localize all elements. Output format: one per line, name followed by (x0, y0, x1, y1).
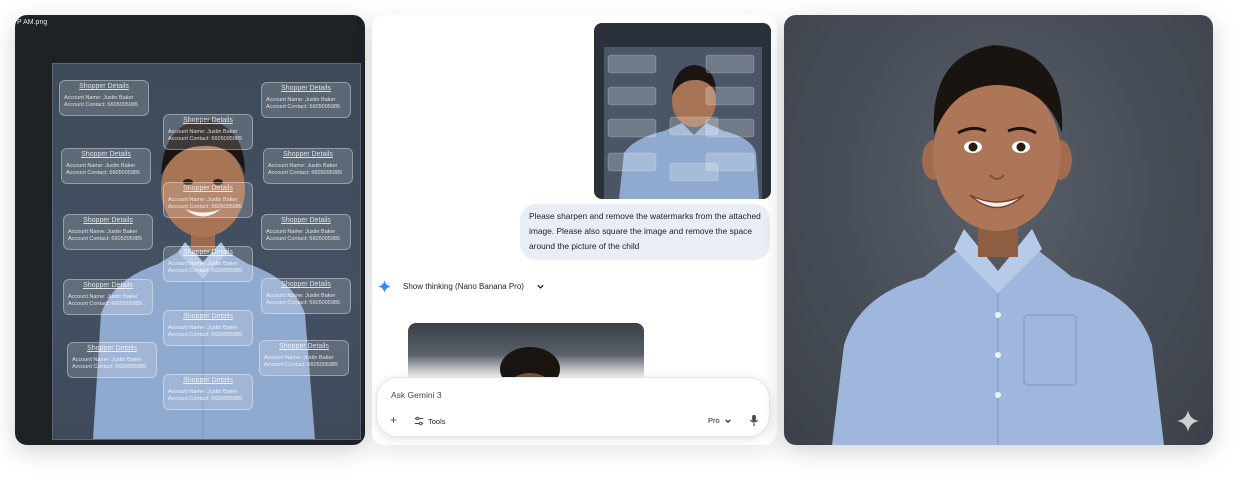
model-label: Pro (708, 416, 720, 425)
thinking-label: Show thinking (Nano Banana Pro) (403, 282, 524, 291)
mic-icon[interactable] (749, 414, 759, 427)
watermark-box: Shopper Details Account Name: Justin Bak… (261, 214, 351, 250)
watermark-box: Shopper Details Account Name: Justin Bak… (163, 246, 253, 282)
tools-icon (414, 416, 424, 426)
prompt-composer[interactable]: Ask Gemini 3 + Tools Pro (376, 377, 770, 437)
watermarked-photo-panel: P AM.png Shopper Details Account Name: J… (15, 15, 365, 445)
watermark-box: Shopper Details Account Name: Justin Bak… (63, 214, 153, 250)
watermark-box: Shopper Details Account Name: Justin Bak… (261, 82, 351, 118)
model-selector[interactable]: Pro (708, 416, 732, 425)
watermark-box: Shopper Details Account Name: Justin Bak… (163, 114, 253, 150)
prompt-input[interactable]: Ask Gemini 3 (391, 390, 442, 400)
gemini-sparkle-icon (378, 280, 391, 293)
chevron-down-icon (537, 284, 544, 289)
child-portrait (832, 45, 1164, 445)
watermark-box: Shopper Details Account Name: Justin Bak… (63, 279, 153, 315)
filename-label: P AM.png (17, 19, 48, 26)
clean-portrait-panel (784, 15, 1213, 445)
watermark-box: Shopper Details Account Name: Justin Bak… (59, 80, 149, 116)
plus-icon[interactable]: + (390, 413, 397, 427)
attached-photo (604, 47, 762, 199)
watermark-box: Shopper Details Account Name: Justin Bak… (163, 374, 253, 410)
school-photo-print: Shopper Details Account Name: Justin Bak… (52, 63, 361, 440)
watermark-box: Shopper Details Account Name: Justin Bak… (263, 148, 353, 184)
watermark-box: Shopper Details Account Name: Justin Bak… (67, 342, 157, 378)
watermark-box: Shopper Details Account Name: Justin Bak… (163, 182, 253, 218)
watermark-box: Shopper Details Account Name: Justin Bak… (261, 278, 351, 314)
show-thinking-toggle[interactable]: Show thinking (Nano Banana Pro) (378, 280, 545, 293)
tools-label: Tools (428, 416, 446, 426)
chat-panel: Please sharpen and remove the watermarks… (372, 15, 777, 445)
watermark-box: Shopper Details Account Name: Justin Bak… (259, 340, 349, 376)
sparkle-watermark-icon (1177, 410, 1199, 432)
watermark-box: Shopper Details Account Name: Justin Bak… (163, 310, 253, 346)
attached-image-thumbnail[interactable] (594, 23, 771, 199)
watermark-box: Shopper Details Account Name: Justin Bak… (61, 148, 151, 184)
user-message-bubble: Please sharpen and remove the watermarks… (520, 204, 770, 260)
chevron-down-icon (724, 418, 731, 423)
tools-button[interactable]: Tools (414, 416, 446, 426)
